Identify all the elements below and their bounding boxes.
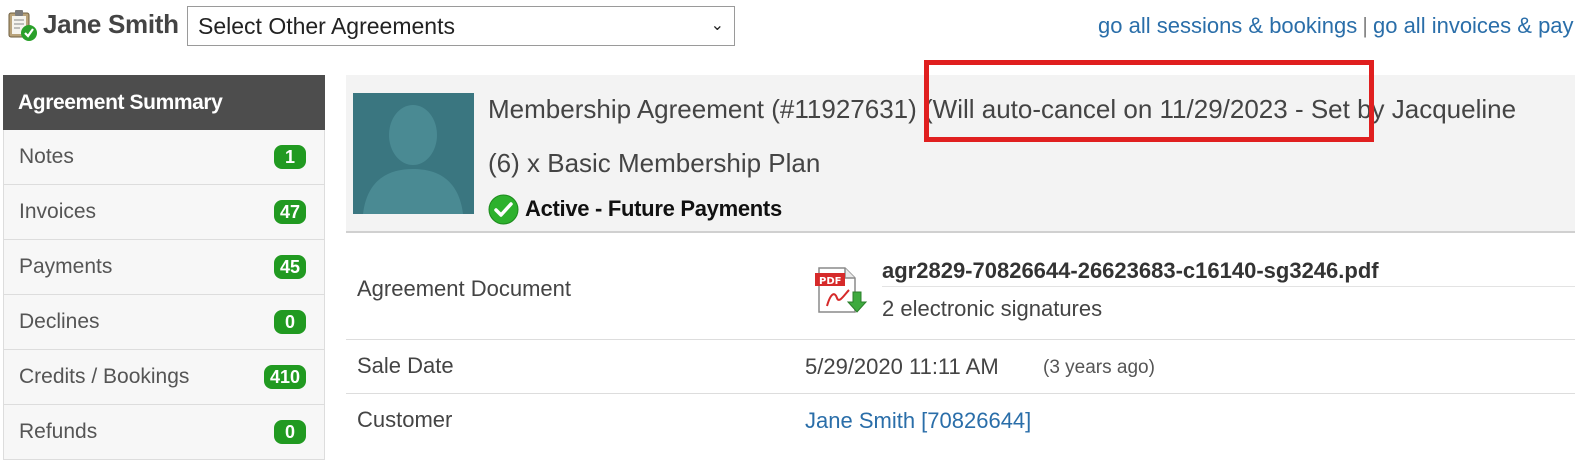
sidebar-item-label: Declines [19,310,100,333]
highlight-annotation-box [924,60,1374,142]
link-all-sessions-bookings[interactable]: go all sessions & bookings [1098,13,1357,38]
sidebar-item-payments[interactable]: Payments 45 [3,240,325,295]
chevron-down-icon: ⌄ [710,17,724,34]
membership-plan: (6) x Basic Membership Plan [488,148,821,178]
sidebar-item-label: Payments [19,255,113,278]
select-value: Select Other Agreements [198,13,455,39]
detail-row-document: Agreement Document [346,234,1575,340]
customer-label: Customer [357,407,453,432]
check-circle-icon [488,194,519,225]
sidebar-item-label: Notes [19,145,74,168]
count-badge: 0 [274,420,306,444]
sidebar-item-credits-bookings[interactable]: Credits / Bookings 410 [3,350,325,405]
document-label: Agreement Document [357,276,571,301]
pdf-file-icon[interactable]: PDF [815,264,869,316]
sale-date-label: Sale Date [357,353,454,378]
signature-count: 2 electronic signatures [882,296,1103,321]
svg-text:PDF: PDF [819,276,841,287]
sidebar-title[interactable]: Agreement Summary [3,75,325,130]
count-badge: 47 [273,200,306,224]
sidebar-item-label: Credits / Bookings [19,365,190,388]
link-separator: | [1362,13,1368,38]
sidebar-item-invoices[interactable]: Invoices 47 [3,185,325,240]
sidebar-item-refunds[interactable]: Refunds 0 [3,405,325,460]
agreement-file-name[interactable]: agr2829-70826644-26623683-c16140-sg3246.… [882,256,1379,286]
sidebar-item-label: Refunds [19,420,98,443]
sidebar-item-notes[interactable]: Notes 1 [3,130,325,185]
count-badge: 1 [274,145,306,169]
other-agreements-select[interactable]: Select Other Agreements ⌄ [187,6,735,46]
sidebar-item-declines[interactable]: Declines 0 [3,295,325,350]
count-badge: 45 [273,255,306,279]
sidebar-item-label: Invoices [19,200,97,223]
clipboard-check-icon [8,10,37,41]
customer-link[interactable]: Jane Smith [70826644] [805,406,1031,436]
divider [882,286,1575,287]
count-badge: 0 [274,310,306,334]
agreement-sidebar: Agreement Summary Notes 1 Invoices 47 Pa… [3,75,325,460]
link-all-invoices-payments[interactable]: go all invoices & payments [1373,13,1575,38]
sale-date-relative: (3 years ago) [1043,357,1155,378]
top-links: go all sessions & bookings | go all invoic… [1098,11,1575,41]
avatar [353,93,474,214]
customer-name: Jane Smith [43,9,179,39]
sale-date-value: 5/29/2020 11:11 AM [805,354,999,379]
status-text: Active - Future Payments [525,196,782,221]
avatar-silhouette-icon [353,93,474,214]
count-badge: 410 [263,365,306,389]
